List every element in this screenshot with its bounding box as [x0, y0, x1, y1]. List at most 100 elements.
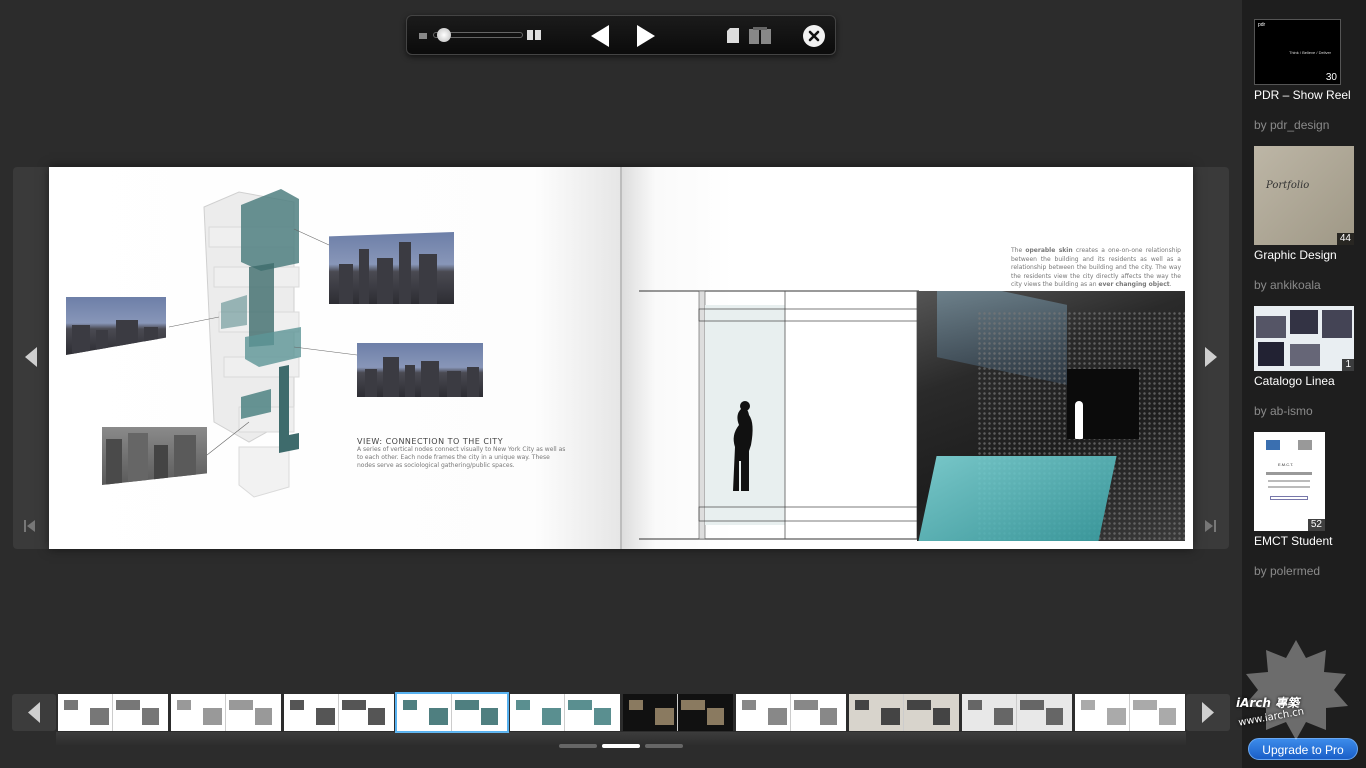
page-thumbnail[interactable] — [1075, 694, 1185, 731]
thumbnail-detail — [655, 708, 674, 725]
thumbnail-detail — [542, 708, 561, 725]
left-caption-text: A series of vertical nodes connect visua… — [357, 446, 566, 469]
page-thumbnail[interactable] — [736, 694, 846, 731]
upgrade-to-pro-button[interactable]: Upgrade to Pro — [1248, 738, 1358, 760]
page-thumbnail[interactable] — [284, 694, 394, 731]
related-author[interactable]: by polermed — [1254, 564, 1364, 578]
page-thumbnail[interactable] — [395, 692, 509, 733]
previous-page-button[interactable] — [589, 24, 615, 48]
page-thumbnail[interactable] — [623, 694, 733, 731]
thumbnail-detail — [1081, 700, 1095, 710]
thumbnail-spine — [903, 694, 904, 731]
stage-next-arrow[interactable] — [1193, 327, 1227, 387]
related-title[interactable]: EMCT Student — [1254, 534, 1364, 548]
thumbnail-detail — [229, 700, 253, 710]
filmstrip-page-indicator[interactable] — [559, 744, 597, 748]
page-thumbnail[interactable] — [962, 694, 1072, 731]
filmstrip-page-indicator[interactable] — [602, 744, 640, 748]
thumbnail-detail — [629, 700, 643, 710]
thumbnail-spine — [225, 694, 226, 731]
related-title[interactable]: PDR – Show Reel — [1254, 88, 1364, 102]
stage-previous-arrow[interactable] — [15, 327, 49, 387]
page-thumbnail[interactable] — [58, 694, 168, 731]
thumbnail-detail — [820, 708, 837, 725]
page-thumbnail[interactable] — [849, 694, 959, 731]
thumbnail-detail — [516, 700, 530, 710]
thumbnail-detail — [881, 708, 900, 725]
thumbnail-detail — [368, 708, 385, 725]
thumbnail-detail — [742, 700, 756, 710]
related-thumbnail[interactable]: Portfolio 44 — [1254, 146, 1354, 245]
thumbnail-detail — [203, 708, 222, 725]
page-thumbnail[interactable] — [510, 694, 620, 731]
thumbnail-detail — [794, 700, 818, 710]
thumbnail-detail — [90, 708, 109, 725]
thumbnail-detail — [1020, 700, 1044, 710]
related-thumbnail[interactable]: 1 — [1254, 306, 1354, 371]
thumbnail-spine — [677, 694, 678, 731]
related-title[interactable]: Graphic Design — [1254, 248, 1364, 262]
right-page: The operable skin creates a one-on-one r… — [621, 167, 1193, 549]
page-count-badge: 44 — [1336, 233, 1354, 245]
thumb-text: Think / Believe / Deliver — [1289, 50, 1332, 55]
page-count-badge: 52 — [1307, 519, 1325, 531]
thumbnail-detail — [429, 708, 448, 725]
next-page-button[interactable] — [631, 24, 657, 48]
thumb-logo: pdr — [1258, 22, 1266, 28]
book-spread[interactable]: VIEW: CONNECTION TO THE CITY A series of… — [49, 167, 1193, 549]
viewer-toolbar — [406, 15, 836, 55]
tower-diagram — [168, 189, 358, 498]
thumbnail-detail — [707, 708, 724, 725]
first-page-icon[interactable] — [23, 519, 37, 533]
related-author[interactable]: by ab-ismo — [1254, 404, 1364, 418]
thumbnail-detail — [64, 700, 78, 710]
filmstrip-prev-button[interactable] — [12, 694, 56, 731]
single-page-view-icon[interactable] — [727, 28, 739, 43]
related-thumbnail[interactable]: pdr Think / Believe / Deliver 30 — [1254, 19, 1341, 85]
thumb-text: E.M.C.T. — [1278, 462, 1294, 467]
thumb-text: Portfolio — [1266, 180, 1310, 191]
last-page-icon[interactable] — [1203, 519, 1217, 533]
related-author[interactable]: by ankikoala — [1254, 278, 1364, 292]
thumbnail-detail — [1159, 708, 1176, 725]
related-item[interactable]: E.M.C.T. 52 EMCT Student by polermed — [1254, 432, 1364, 578]
thumbnail-detail — [1133, 700, 1157, 710]
filmstrip-next-button[interactable] — [1186, 694, 1230, 731]
left-page: VIEW: CONNECTION TO THE CITY A series of… — [49, 167, 621, 549]
related-sidebar: pdr Think / Believe / Deliver 30 PDR – S… — [1242, 0, 1366, 768]
thumbnail-detail — [855, 700, 869, 710]
thumbnail-spine — [112, 694, 113, 731]
thumbnail-detail — [768, 708, 787, 725]
thumbnail-detail — [290, 700, 304, 710]
section-drawing — [639, 290, 920, 540]
city-photo-1 — [329, 232, 454, 304]
thumbnail-detail — [255, 708, 272, 725]
thumbnail-detail — [481, 708, 498, 725]
thumbnail-spine — [1129, 694, 1130, 731]
page-thumbnail[interactable] — [171, 694, 281, 731]
zoom-in-icon[interactable] — [527, 30, 541, 40]
related-item[interactable]: pdr Think / Believe / Deliver 30 PDR – S… — [1254, 19, 1364, 132]
related-item[interactable]: 1 Catalogo Linea by ab-ismo — [1254, 306, 1364, 418]
zoom-out-icon[interactable] — [419, 33, 427, 39]
thumbnail-detail — [142, 708, 159, 725]
zoom-slider-handle[interactable] — [437, 28, 451, 42]
thumbnail-detail — [594, 708, 611, 725]
page-count-badge: 30 — [1322, 72, 1340, 84]
thumbnail-spine — [338, 694, 339, 731]
thumbnail-detail — [1107, 708, 1126, 725]
two-page-view-icon[interactable] — [749, 27, 771, 44]
close-icon[interactable] — [803, 25, 825, 47]
related-title[interactable]: Catalogo Linea — [1254, 374, 1364, 388]
related-item[interactable]: Portfolio 44 Graphic Design by ankikoala — [1254, 146, 1364, 292]
related-author[interactable]: by pdr_design — [1254, 118, 1364, 132]
filmstrip-page-indicator[interactable] — [645, 744, 683, 748]
related-thumbnail[interactable]: E.M.C.T. 52 — [1254, 432, 1325, 531]
thumbnail-spine — [790, 694, 791, 731]
thumbnail-spine — [451, 694, 452, 731]
thumbnail-detail — [116, 700, 140, 710]
right-page-text: The operable skin creates a one-on-one r… — [1011, 247, 1181, 288]
thumbnail-spine — [564, 694, 565, 731]
thumbnail-detail — [342, 700, 366, 710]
left-caption-title: VIEW: CONNECTION TO THE CITY — [357, 437, 504, 446]
